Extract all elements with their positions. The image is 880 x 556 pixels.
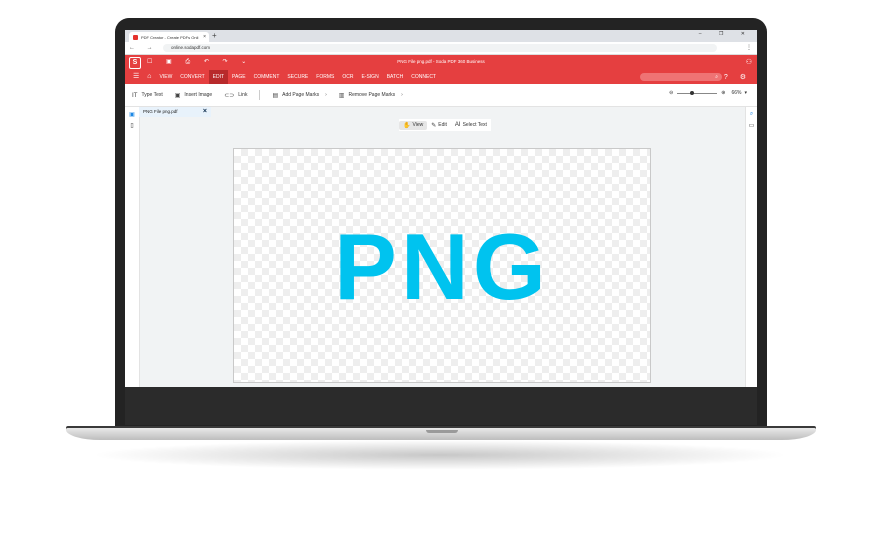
insert-image-button[interactable]: ▣ Insert Image [175,92,212,99]
zoom-slider[interactable] [677,90,718,95]
chevron-right-icon: › [401,92,403,98]
search-input[interactable]: ⌕ [640,73,722,81]
browser-menu-icon[interactable]: ⋮ [746,44,752,51]
account-icon[interactable]: ⚇ [746,58,752,66]
browser-tab-title: PDF Creator - Create PDFs Onli [141,34,199,40]
url-field[interactable]: online.sodapdf.com [163,44,717,52]
help-settings-icons[interactable]: ? ⚙ [724,73,751,81]
zoom-out-icon[interactable]: ⊖ [669,90,673,96]
menu-batch[interactable]: BATCH [383,70,408,84]
link-label: Link [238,92,248,98]
document-title: PNG File png.pdf - Soda PDF 360 Business [397,59,485,64]
mode-bar: ✋ View ✎ Edit AI Select Text [399,119,491,131]
menu-ocr[interactable]: OCR [338,70,357,84]
image-icon: ▣ [174,92,181,99]
search-icon: ⌕ [715,74,718,80]
document-tab[interactable]: PNG File png.pdf × [139,107,211,117]
thumbnails-icon[interactable]: ▣ [125,111,139,118]
type-text-icon: ⅠT [132,92,138,99]
screen: PDF Creator - Create PDFs Onli × + – ❐ ✕… [125,30,757,387]
app-title-bar: S ☐ ▣ ⎙ ↶ ↷ ⌄ PNG File png.pdf - Soda PD… [125,55,757,70]
remove-page-marks-button[interactable]: ▥ Remove Page Marks › [339,92,403,99]
screen-bezel-bottom [125,387,757,425]
menu-edit[interactable]: EDIT [208,70,229,84]
menu-view[interactable]: VIEW [156,70,177,84]
zoom-level[interactable]: 66% [731,90,741,96]
menu-secure[interactable]: SECURE [283,70,312,84]
menu-comment[interactable]: COMMENT [250,70,284,84]
zoom-in-icon[interactable]: ⊕ [721,90,725,96]
bookmark-icon[interactable]: ▯ [125,122,139,129]
hamburger-menu-icon[interactable]: ☰ [129,70,143,84]
add-page-marks-icon: ▤ [272,92,279,99]
new-tab-button[interactable]: + [212,31,217,40]
chevron-right-icon: › [325,92,327,98]
menu-connect[interactable]: CONNECT [407,70,440,84]
select-text-icon: AI [454,122,461,128]
link-button[interactable]: ⊂⊃ Link [224,92,247,99]
add-page-marks-button[interactable]: ▤ Add Page Marks › [272,92,326,99]
pencil-icon: ✎ [431,122,437,129]
insert-image-label: Insert Image [184,92,213,98]
add-page-marks-label: Add Page Marks [282,92,320,98]
link-icon: ⊂⊃ [224,92,235,99]
close-tab-icon[interactable]: × [203,34,206,40]
left-panel-rail: ▣ ▯ [125,107,140,387]
search-panel-icon[interactable]: ⌕ [746,111,757,118]
mode-view-label: View [412,122,424,128]
mode-edit-button[interactable]: ✎ Edit [427,121,451,130]
browser-tab-bar: PDF Creator - Create PDFs Onli × + – ❐ ✕ [125,30,757,42]
document-page[interactable]: PNG [233,148,651,383]
zoom-control: ⊖ ⊕ 66% ▾ [669,90,747,96]
separator [259,90,261,100]
panel-toggle-icon[interactable]: ▭ [746,122,757,129]
hand-icon: ✋ [403,122,411,129]
mode-select-text-label: Select Text [462,122,487,128]
remove-page-marks-label: Remove Page Marks [348,92,396,98]
chevron-down-icon[interactable]: ▾ [744,90,747,96]
home-icon[interactable]: ⌂ [143,70,155,84]
png-image-text: PNG [334,214,550,319]
menu-esign[interactable]: E-SIGN [357,70,382,84]
document-tab-label: PNG File png.pdf [143,109,178,114]
mode-view-button[interactable]: ✋ View [399,120,428,130]
laptop-notch [426,430,458,433]
right-panel-rail: ⌕ ▭ [745,107,757,387]
close-document-icon[interactable]: × [203,107,207,117]
window-controls[interactable]: – ❐ ✕ [699,31,753,37]
menu-convert[interactable]: CONVERT [176,70,208,84]
address-bar: ← → ⟳ online.sodapdf.com ⋮ [125,42,757,55]
type-text-button[interactable]: ⅠT Type Text [132,92,163,99]
main-menu: ☰ ⌂ VIEW CONVERT EDIT PAGE COMMENT SECUR… [125,70,757,84]
type-text-label: Type Text [141,92,163,98]
browser-tab[interactable]: PDF Creator - Create PDFs Onli × [129,32,209,42]
menu-page[interactable]: PAGE [228,70,250,84]
zoom-slider-knob[interactable] [690,90,695,95]
mode-select-text-button[interactable]: AI Select Text [451,121,491,129]
mode-edit-label: Edit [438,122,447,128]
soda-favicon-icon [133,34,138,40]
laptop-shadow [90,440,790,470]
tool-ribbon: ⅠT Type Text ▣ Insert Image ⊂⊃ Link ▤ Ad… [125,84,757,107]
remove-page-marks-icon: ▥ [338,92,345,99]
menu-forms[interactable]: FORMS [312,70,338,84]
